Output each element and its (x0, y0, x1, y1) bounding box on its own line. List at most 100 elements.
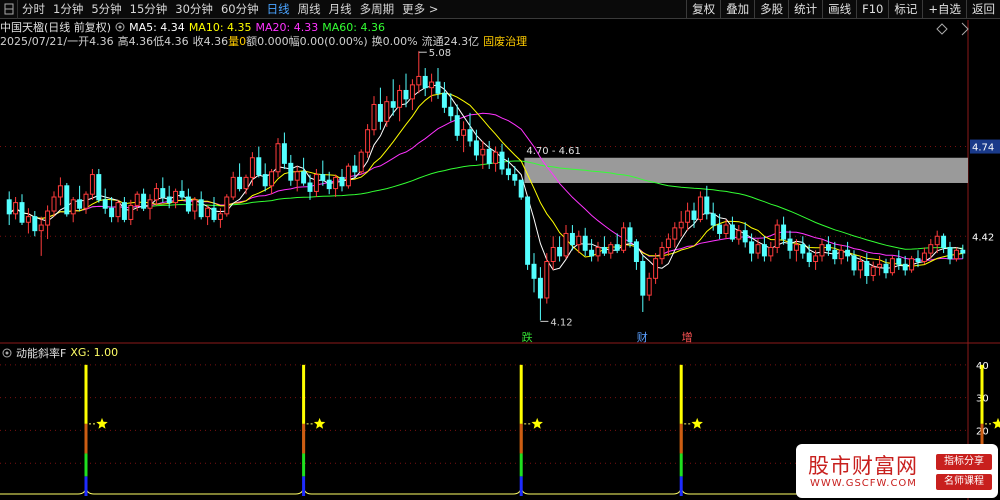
candle-5 (38, 216, 44, 256)
candle-body (665, 238, 671, 248)
candle-body (653, 258, 659, 279)
candle-body (38, 224, 44, 232)
candle-body (806, 252, 812, 262)
candle-body (953, 249, 959, 260)
candle-4 (32, 211, 38, 237)
candle-32 (211, 197, 217, 223)
candle-body (461, 129, 467, 136)
candle-body (249, 157, 255, 178)
candle-body (243, 176, 249, 190)
candle-body (902, 263, 908, 271)
candle-body (128, 204, 134, 220)
signal-star-icon (691, 417, 703, 429)
event-marker-0: 跌 (522, 330, 533, 344)
diamond-icon[interactable] (936, 23, 948, 35)
candle-83 (537, 267, 543, 321)
candle-body (921, 252, 927, 262)
candle-body (313, 174, 319, 192)
candle-body (838, 249, 844, 260)
candle-body (32, 216, 38, 232)
candle-131 (845, 241, 851, 262)
price-tick-label: 4.74 (972, 143, 994, 154)
candle-body (326, 179, 332, 190)
candle-53 (345, 163, 351, 189)
candle-body (45, 210, 51, 226)
candle-34 (224, 194, 230, 217)
candle-107 (691, 202, 697, 228)
candle-body (224, 196, 230, 215)
candle-66 (429, 73, 435, 102)
spike-segment (302, 476, 306, 496)
signal-star-icon (96, 417, 108, 429)
candle-127 (819, 239, 825, 262)
candle-73 (473, 129, 479, 161)
candle-143 (921, 247, 927, 265)
candle-119 (768, 241, 774, 262)
candle-body (710, 213, 716, 226)
candle-body (896, 258, 902, 265)
watermark-tag-courses: 名师课程 (936, 474, 992, 490)
event-marker-1: 财 (637, 330, 648, 344)
candle-13 (89, 168, 95, 200)
candle-30 (198, 191, 204, 220)
candle-body (141, 193, 147, 209)
candle-129 (832, 241, 838, 265)
candle-body (793, 244, 799, 251)
candle-40 (262, 163, 268, 192)
candle-body (787, 238, 793, 251)
candle-39 (256, 146, 262, 178)
candle-body (473, 140, 479, 156)
candle-6 (45, 205, 51, 240)
event-marker-2: 增 (682, 330, 693, 344)
candle-body (832, 249, 838, 260)
candle-61 (397, 84, 403, 122)
candle-body (633, 241, 639, 262)
spike-segment (84, 476, 88, 496)
candle-23 (153, 182, 159, 206)
candle-body (557, 246, 563, 257)
candle-body (589, 249, 595, 257)
candle-7 (51, 191, 57, 217)
candle-body (525, 196, 531, 265)
candle-body (217, 213, 223, 220)
candle-body (480, 148, 486, 156)
candle-10 (70, 197, 76, 223)
candle-body (640, 260, 646, 296)
candle-body (870, 266, 876, 277)
candle-body (518, 179, 524, 198)
candle-body (51, 196, 57, 212)
candle-14 (96, 168, 102, 203)
candle-body (627, 227, 633, 243)
candle-body (320, 174, 326, 181)
candle-56 (365, 124, 371, 158)
candle-body (179, 190, 185, 198)
candle-54 (352, 154, 358, 178)
kline-chart[interactable]: 4.70 - 4.61 5.084.12跌财增 4.744.42 4030201… (0, 0, 1000, 500)
candle-body (288, 162, 294, 181)
candle-body (422, 75, 428, 89)
candle-11 (77, 185, 83, 212)
candle-body (582, 235, 588, 251)
candle-body (851, 255, 857, 271)
candle-142 (915, 250, 921, 268)
candle-body (467, 129, 473, 142)
site-watermark: 股市财富网 WWW.GSCFW.COM 指标分享 名师课程 (796, 444, 998, 498)
candle-body (416, 75, 422, 86)
candle-102 (659, 241, 665, 265)
highlight-band-layer: 4.70 - 4.61 (524, 146, 968, 183)
collapse-icon[interactable] (961, 22, 969, 36)
candle-57 (371, 96, 377, 136)
candle-body (614, 244, 620, 251)
candle-body (845, 249, 851, 257)
price-tick-label: 4.42 (972, 232, 994, 243)
candle-21 (141, 188, 147, 212)
candle-body (569, 232, 575, 246)
candle-body (429, 81, 435, 89)
candle-body (768, 246, 774, 257)
candle-body (345, 165, 351, 187)
candle-body (544, 260, 550, 299)
indicator-settings-icon[interactable] (2, 348, 12, 358)
candle-136 (877, 255, 883, 276)
candle-19 (128, 199, 134, 226)
annotation-layer: 5.08 4.12 跌 财 增 (418, 48, 693, 344)
